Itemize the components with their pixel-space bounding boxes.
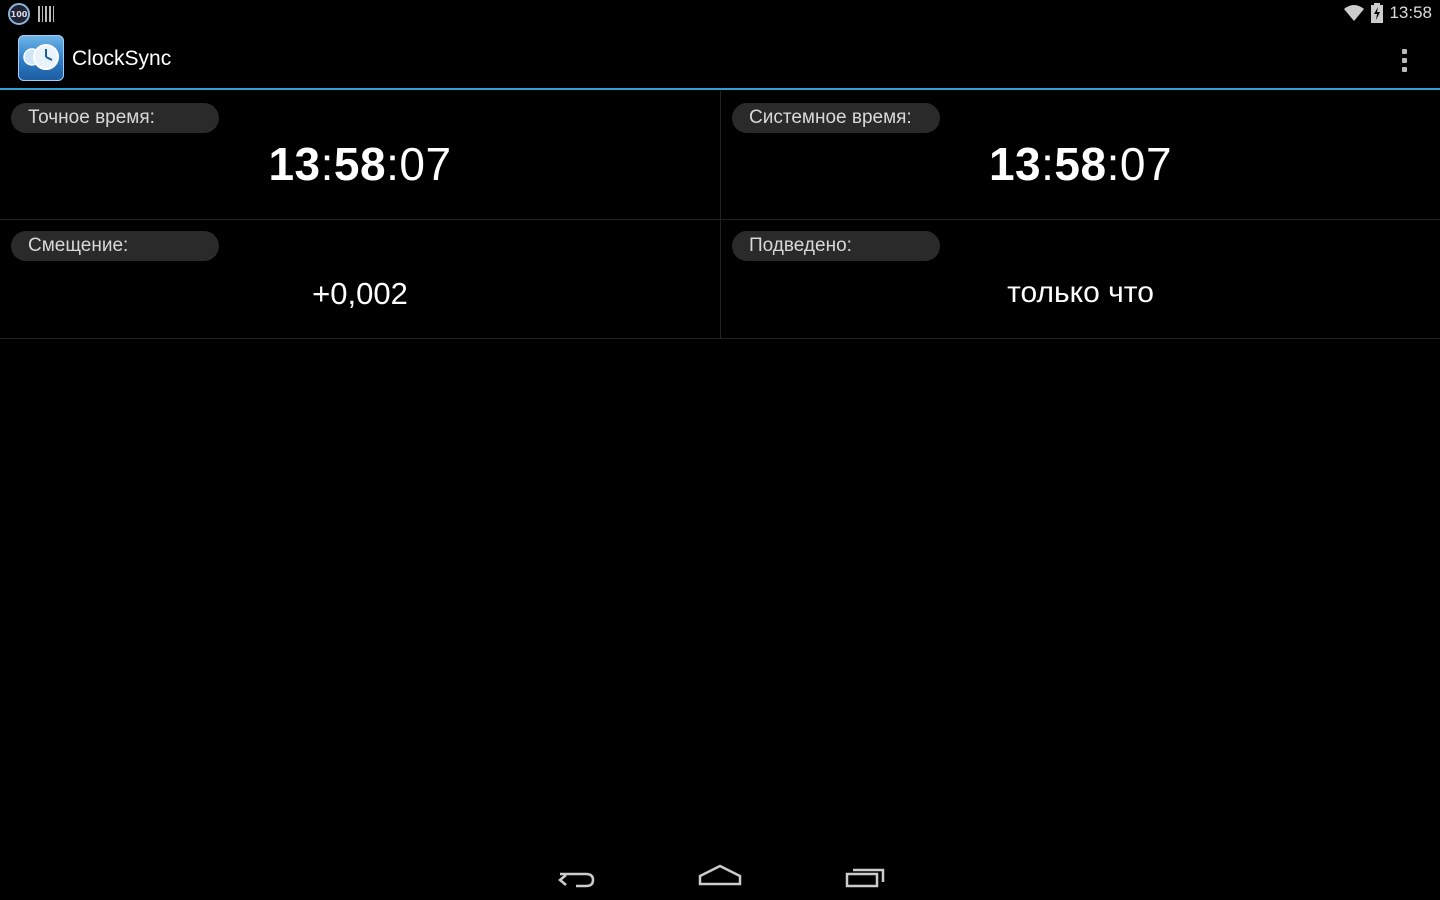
battery-icon xyxy=(1371,3,1384,23)
exact-time-hours: 13 xyxy=(268,138,321,190)
notification-badge-icon: 100 xyxy=(8,3,30,25)
synced-card: Подведено: только что xyxy=(721,219,1440,338)
navigation-bar xyxy=(0,848,1440,900)
status-bar: 100 13:58 xyxy=(0,0,1440,28)
offset-label: Смещение: xyxy=(11,231,219,261)
app-title: ClockSync xyxy=(72,47,172,70)
exact-time-value: 13:58:07 xyxy=(268,138,452,190)
recent-apps-icon[interactable] xyxy=(843,858,887,892)
clock-icon xyxy=(23,44,59,70)
offset-value: +0,002 xyxy=(312,276,408,311)
home-icon[interactable] xyxy=(698,858,742,892)
exact-time-label: Точное время: xyxy=(11,103,219,133)
exact-time-minutes: 58 xyxy=(333,138,387,190)
synced-label: Подведено: xyxy=(732,231,940,261)
offset-card: Смещение: +0,002 xyxy=(0,219,720,338)
row-divider xyxy=(0,219,1440,220)
column-divider xyxy=(720,91,721,338)
system-time-hours: 13 xyxy=(988,138,1042,190)
system-time-value: 13:58:07 xyxy=(988,138,1173,190)
action-bar xyxy=(0,28,1440,88)
notification-badge-text: 100 xyxy=(10,9,28,19)
screen: 100 13:58 ClockSync Точное время: 13:58:… xyxy=(0,0,1440,900)
action-bar-divider xyxy=(0,88,1440,90)
overflow-menu-icon[interactable] xyxy=(1386,44,1422,76)
system-time-label: Системное время: xyxy=(732,103,940,133)
status-bar-clock: 13:58 xyxy=(1389,3,1432,22)
barcode-icon xyxy=(38,6,54,22)
system-time-card: Системное время: 13:58:07 xyxy=(721,91,1440,219)
status-bar-system: 13:58 xyxy=(1343,3,1432,23)
system-time-minutes: 58 xyxy=(1054,138,1107,190)
exact-time-card: Точное время: 13:58:07 xyxy=(0,91,720,219)
clocksync-app-icon[interactable] xyxy=(18,35,64,81)
back-icon[interactable] xyxy=(554,858,598,892)
wifi-icon xyxy=(1344,5,1365,21)
status-bar-notifications: 100 xyxy=(8,3,54,25)
synced-value: только что xyxy=(1007,276,1154,309)
exact-time-seconds: 07 xyxy=(399,138,452,190)
grid-bottom-divider xyxy=(0,338,1440,339)
system-time-seconds: 07 xyxy=(1119,138,1173,190)
